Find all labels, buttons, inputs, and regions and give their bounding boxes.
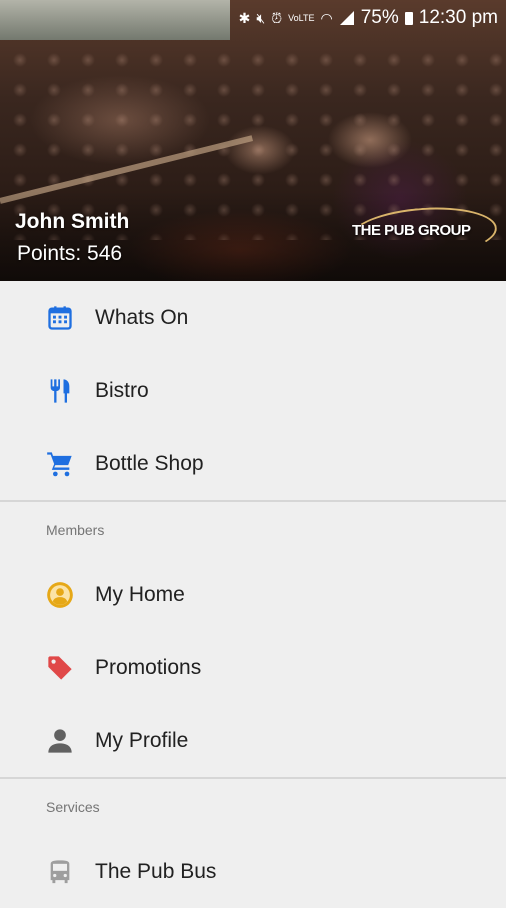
menu-item-label: My Home xyxy=(95,582,185,606)
menu-item-promotions[interactable]: Promotions xyxy=(0,631,506,704)
bus-icon xyxy=(46,858,74,886)
section-title: Services xyxy=(46,799,100,815)
tag-icon xyxy=(46,654,74,682)
menu-item-my-profile[interactable]: My Profile xyxy=(0,704,506,777)
menu-item-bistro[interactable]: Bistro xyxy=(0,354,506,427)
header-photo-awning xyxy=(0,0,230,40)
drawer-menu: Whats On Bistro Bottle Shop Members My H… xyxy=(0,281,506,908)
section-services: Services xyxy=(0,779,506,835)
battery-percent: 75% xyxy=(360,7,399,28)
volte-icon: VoLTE xyxy=(288,12,315,23)
menu-item-whats-on[interactable]: Whats On xyxy=(0,281,506,354)
menu-item-label: Promotions xyxy=(95,655,202,679)
drawer-header: ✱ 🔇︎ ⏰︎ VoLTE ◠ 75% 12:30 pm John Smith … xyxy=(0,0,506,281)
menu-item-bottle-shop[interactable]: Bottle Shop xyxy=(0,427,506,500)
cart-icon xyxy=(46,450,74,478)
menu-item-label: My Profile xyxy=(95,728,189,752)
cutlery-icon xyxy=(46,377,74,405)
clock: 12:30 pm xyxy=(418,7,498,28)
wifi-icon: ◠ xyxy=(320,9,333,26)
menu-item-label: Bottle Shop xyxy=(95,451,204,475)
status-bar: ✱ 🔇︎ ⏰︎ VoLTE ◠ 75% 12:30 pm xyxy=(239,5,498,31)
pub-group-logo: THE PUB GROUP xyxy=(348,202,499,264)
alarm-icon: ⏰︎ xyxy=(271,9,283,26)
bluetooth-icon: ✱ xyxy=(238,9,251,26)
menu-item-label: Bistro xyxy=(95,378,149,402)
signal-icon xyxy=(339,11,354,25)
battery-icon xyxy=(404,11,413,25)
user-points: Points: 546 xyxy=(17,242,123,265)
user-name: John Smith xyxy=(15,210,130,233)
logo-text: THE PUB GROUP xyxy=(352,222,471,239)
section-title: Members xyxy=(46,522,105,538)
mute-icon: 🔇︎ xyxy=(256,9,266,26)
menu-item-pub-bus[interactable]: The Pub Bus xyxy=(0,835,506,908)
section-members: Members xyxy=(0,502,506,558)
calendar-icon xyxy=(46,304,74,332)
person-icon xyxy=(46,727,74,755)
account-circle-icon xyxy=(46,581,74,609)
menu-item-label: The Pub Bus xyxy=(95,859,217,883)
menu-item-label: Whats On xyxy=(95,305,189,329)
menu-item-my-home[interactable]: My Home xyxy=(0,558,506,631)
